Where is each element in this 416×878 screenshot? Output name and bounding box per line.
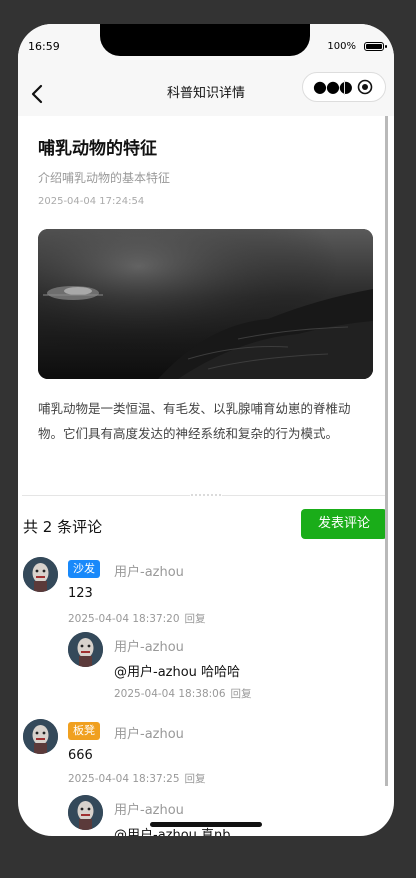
article-image — [38, 229, 373, 379]
badge-bench: 板凳 — [68, 722, 100, 740]
comment-text: 123 — [68, 586, 93, 601]
drag-handle — [190, 493, 222, 497]
comment-count: 共 2 条评论 — [23, 518, 103, 536]
scrollbar[interactable] — [385, 116, 388, 786]
avatar[interactable] — [23, 719, 58, 754]
reply-username[interactable]: 用户-azhou — [114, 636, 184, 655]
article-title: 哺乳动物的特征 — [38, 139, 157, 159]
comment-time: 2025-04-04 18:37:25 — [68, 773, 180, 785]
reply-button[interactable]: 回复 — [185, 773, 206, 785]
avatar[interactable] — [68, 632, 103, 667]
comment-text: 666 — [68, 748, 93, 763]
nav-bar: 科普知识详情 ●●● — [18, 68, 394, 116]
capsule-divider — [344, 80, 345, 95]
badge-sofa: 沙发 — [68, 560, 100, 578]
article-subtitle: 介绍哺乳动物的基本特征 — [38, 171, 171, 185]
close-target-icon[interactable] — [357, 79, 373, 95]
avatar[interactable] — [23, 557, 58, 592]
reply-username[interactable]: 用户-azhou — [114, 799, 184, 818]
home-indicator — [150, 822, 262, 827]
reply-time: 2025-04-04 18:38:06 — [114, 688, 226, 700]
reply-button[interactable]: 回复 — [231, 688, 252, 700]
content-scroll[interactable]: 哺乳动物的特征 介绍哺乳动物的基本特征 2025-04-04 17:24:54 — [18, 116, 394, 836]
comment-username[interactable]: 用户-azhou — [114, 561, 184, 580]
reply-button[interactable]: 回复 — [185, 613, 206, 625]
comment-meta: 2025-04-04 18:37:25 回复 — [68, 771, 206, 786]
comment-meta: 2025-04-04 18:37:20 回复 — [68, 611, 206, 626]
comment-username[interactable]: 用户-azhou — [114, 723, 184, 742]
reply-meta: 2025-04-04 18:38:06 回复 — [114, 686, 252, 701]
article-body: 哺乳动物是一类恒温、有毛发、以乳腺哺育幼崽的脊椎动物。它们具有高度发达的神经系统… — [38, 401, 351, 441]
reply-text: @用户-azhou 哈哈哈 — [114, 665, 241, 680]
device-notch — [100, 24, 310, 56]
battery-percent: 100% — [327, 41, 356, 52]
status-time: 16:59 — [28, 40, 60, 53]
more-dots-icon[interactable]: ●●● — [313, 78, 353, 96]
avatar[interactable] — [68, 795, 103, 830]
post-comment-button[interactable]: 发表评论 — [301, 509, 387, 539]
mini-program-capsule: ●●● — [302, 72, 386, 102]
phone-frame: 16:59 100% 科普知识详情 ●●● 哺乳动物的特征 介绍哺乳动物的基本特… — [18, 24, 394, 836]
comment-time: 2025-04-04 18:37:20 — [68, 613, 180, 625]
article-date: 2025-04-04 17:24:54 — [38, 196, 145, 207]
battery-icon — [364, 42, 387, 51]
